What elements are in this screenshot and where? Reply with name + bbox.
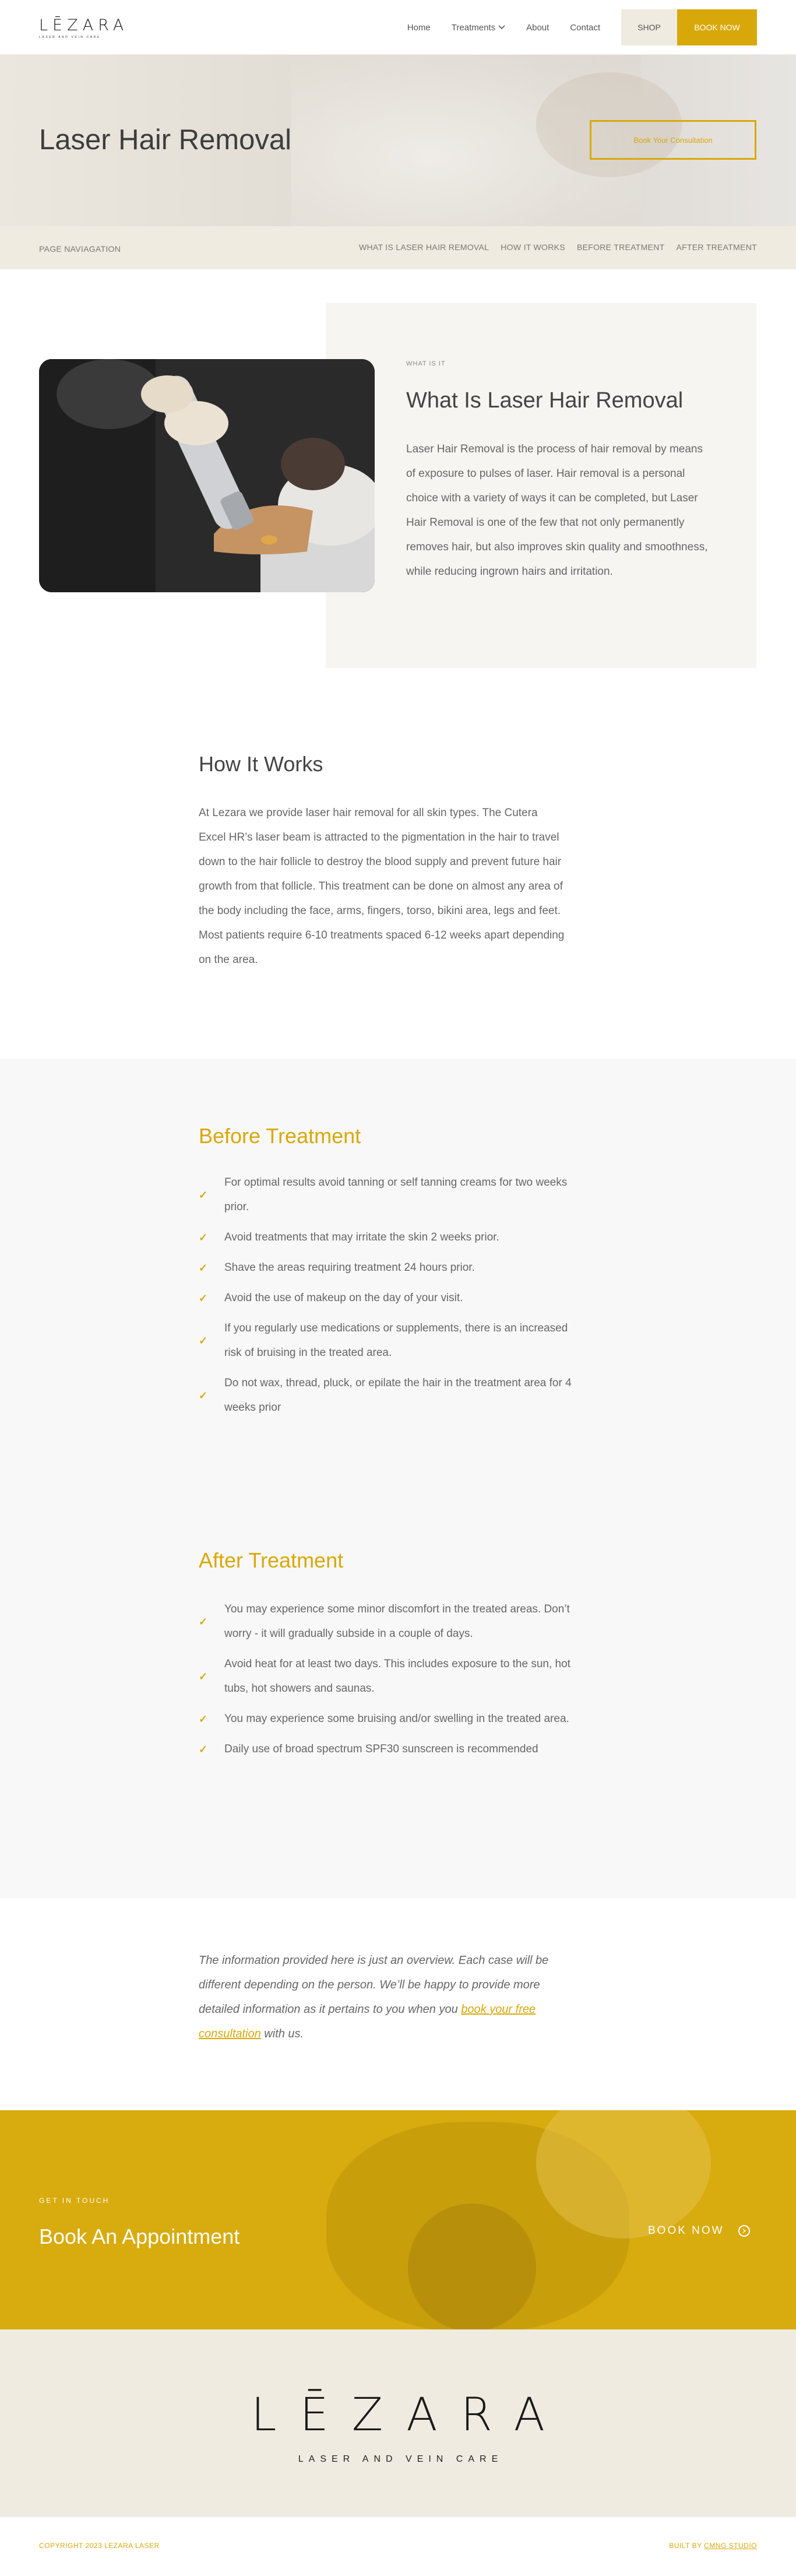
list-item: ✓ Avoid the use of makeup on the day of y… bbox=[199, 1286, 572, 1310]
checkmark-icon: ✓ bbox=[199, 1744, 208, 1755]
chevron-down-icon bbox=[498, 23, 505, 31]
list-item: ✓ You may experience some minor discomfor… bbox=[199, 1597, 572, 1646]
appointment-cta: GET IN TOUCH Book An Appointment BOOK NO… bbox=[0, 2110, 796, 2329]
page-title: Laser Hair Removal bbox=[39, 124, 291, 156]
checkmark-icon: ✓ bbox=[199, 1262, 208, 1274]
list-item: ✓ For optimal results avoid tanning or se… bbox=[199, 1171, 572, 1220]
logo-wordmark: LĒZARA bbox=[39, 16, 129, 34]
nav-about[interactable]: About bbox=[526, 23, 549, 33]
cta-book-now-label: BOOK NOW bbox=[648, 2224, 724, 2237]
page-nav-link-how[interactable]: HOW IT WORKS bbox=[501, 243, 565, 252]
page-nav-link-what[interactable]: WHAT IS LASER HAIR REMOVAL bbox=[359, 243, 489, 252]
checkmark-icon: ✓ bbox=[199, 1671, 208, 1682]
list-item: ✓ Avoid treatments that may irritate the … bbox=[199, 1225, 572, 1250]
after-item-text: Daily use of broad spectrum SPF30 sunscr… bbox=[224, 1743, 538, 1755]
list-item: ✓ Avoid heat for at least two days. This … bbox=[199, 1652, 572, 1701]
site-logo[interactable]: LĒZARA LASER AND VEIN CARE bbox=[39, 16, 129, 39]
nav-contact[interactable]: Contact bbox=[570, 23, 600, 33]
list-item: ✓ If you regularly use medications or sup… bbox=[199, 1316, 572, 1365]
overview-note: The information provided here is just an… bbox=[199, 1948, 572, 2046]
page-nav-link-before[interactable]: BEFORE TREATMENT bbox=[577, 243, 665, 252]
cta-eyebrow: GET IN TOUCH bbox=[39, 2197, 110, 2205]
checkmark-icon: ✓ bbox=[199, 1616, 208, 1628]
cta-background-shape bbox=[408, 2204, 536, 2329]
before-item-text: Do not wax, thread, pluck, or epilate th… bbox=[224, 1377, 572, 1414]
after-item-text: You may experience some bruising and/or … bbox=[224, 1713, 569, 1725]
main-nav: Home Treatments About Contact SHOP BOOK … bbox=[386, 0, 757, 55]
footer-bar: COPYRIGHT 2023 LEZARA LASER BUILT BY CMN… bbox=[0, 2517, 796, 2576]
page-nav-link-after[interactable]: AFTER TREATMENT bbox=[676, 243, 757, 252]
note-text-end: with us. bbox=[260, 2027, 304, 2040]
how-it-works-description: At Lezara we provide laser hair removal … bbox=[199, 807, 565, 966]
before-item-text: Avoid treatments that may irritate the s… bbox=[224, 1231, 499, 1243]
list-item: ✓ Daily use of broad spectrum SPF30 sunsc… bbox=[199, 1737, 572, 1762]
checkmark-icon: ✓ bbox=[199, 1335, 208, 1347]
arrow-circle-icon bbox=[738, 2225, 750, 2237]
page-navigation-links: WHAT IS LASER HAIR REMOVAL HOW IT WORKS … bbox=[347, 243, 757, 252]
shop-button[interactable]: SHOP bbox=[621, 9, 677, 45]
what-is-description: Laser Hair Removal is the process of hai… bbox=[406, 443, 708, 578]
after-treatment-title: After Treatment bbox=[199, 1548, 344, 1572]
what-is-eyebrow: WHAT IS IT bbox=[406, 360, 446, 367]
checkmark-icon: ✓ bbox=[199, 1232, 208, 1243]
copyright-text: COPYRIGHT 2023 LEZARA LASER bbox=[39, 2542, 160, 2550]
logo-tagline: LASER AND VEIN CARE bbox=[39, 36, 101, 39]
checkmark-icon: ✓ bbox=[199, 1189, 208, 1201]
checkmark-icon: ✓ bbox=[199, 1713, 208, 1725]
before-item-text: Avoid the use of makeup on the day of yo… bbox=[224, 1292, 463, 1304]
checkmark-icon: ✓ bbox=[199, 1390, 208, 1401]
book-consultation-button[interactable]: Book Your Consultation bbox=[590, 120, 756, 160]
nav-treatments-label: Treatments bbox=[451, 22, 496, 33]
before-treatment-list: ✓ For optimal results avoid tanning or se… bbox=[199, 1171, 572, 1426]
list-item: ✓ Shave the areas requiring treatment 24 … bbox=[199, 1256, 572, 1280]
before-item-text: For optimal results avoid tanning or sel… bbox=[224, 1176, 568, 1213]
list-item: ✓ Do not wax, thread, pluck, or epilate t… bbox=[199, 1371, 572, 1420]
list-item: ✓ You may experience some bruising and/or… bbox=[199, 1707, 572, 1731]
footer-logo-wordmark: LĒZARA bbox=[251, 2389, 568, 2441]
how-it-works-title: How It Works bbox=[199, 752, 323, 776]
nav-treatments[interactable]: Treatments bbox=[452, 23, 505, 33]
before-treatment-title: Before Treatment bbox=[199, 1124, 361, 1148]
built-by-credit: BUILT BY CMNG STUDIO bbox=[669, 2542, 757, 2550]
cta-book-now-button[interactable]: BOOK NOW bbox=[648, 2224, 750, 2237]
footer-logo-tagline: LASER AND VEIN CARE bbox=[298, 2454, 503, 2464]
after-treatment-list: ✓ You may experience some minor discomfor… bbox=[199, 1597, 572, 1767]
cmng-studio-link[interactable]: CMNG STUDIO bbox=[704, 2542, 757, 2550]
cta-title: Book An Appointment bbox=[39, 2224, 240, 2248]
page-navigation-label: PAGE NAVIAGATION bbox=[39, 244, 121, 254]
before-item-text: If you regularly use medications or supp… bbox=[224, 1322, 568, 1359]
after-item-text: Avoid heat for at least two days. This i… bbox=[224, 1658, 570, 1695]
laser-treatment-photo bbox=[39, 359, 375, 592]
page-navigation-bar: PAGE NAVIAGATION WHAT IS LASER HAIR REMO… bbox=[0, 226, 796, 269]
footer-logo-section: LĒZARA LASER AND VEIN CARE bbox=[0, 2329, 796, 2517]
book-now-button[interactable]: BOOK NOW bbox=[677, 9, 757, 45]
what-is-title: What Is Laser Hair Removal bbox=[406, 388, 684, 413]
after-item-text: You may experience some minor discomfort… bbox=[224, 1603, 570, 1640]
hero-banner: Laser Hair Removal Book Your Consultatio… bbox=[0, 55, 796, 226]
checkmark-icon: ✓ bbox=[199, 1292, 208, 1304]
site-header: LĒZARA LASER AND VEIN CARE Home Treatmen… bbox=[0, 0, 796, 55]
nav-home[interactable]: Home bbox=[407, 23, 431, 33]
before-item-text: Shave the areas requiring treatment 24 h… bbox=[224, 1261, 475, 1274]
built-by-prefix: BUILT BY bbox=[669, 2542, 705, 2550]
